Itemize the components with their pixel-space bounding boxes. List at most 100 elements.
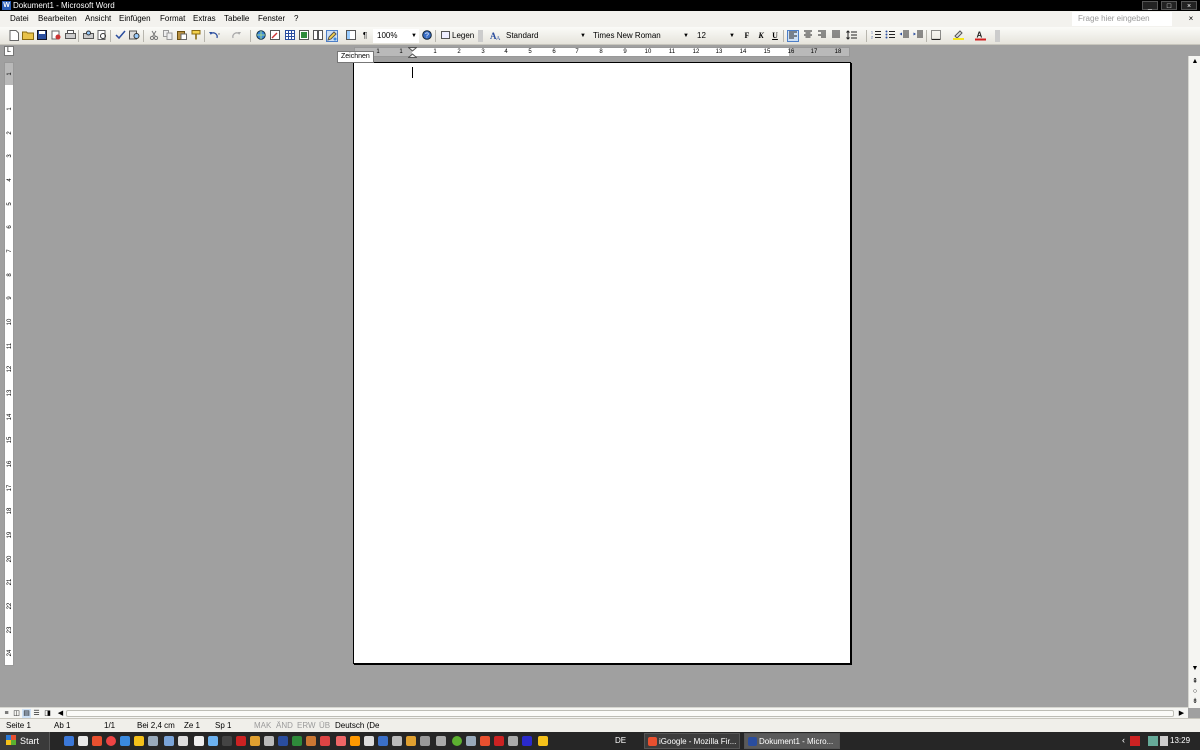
web-layout-icon[interactable]: ◫ — [12, 709, 21, 718]
font-select[interactable]: Times New Roman ▼ — [589, 29, 691, 43]
quicklaunch-app-icon[interactable] — [250, 736, 260, 746]
quicklaunch-app-icon[interactable] — [494, 736, 504, 746]
scroll-left-icon[interactable]: ◀ — [56, 709, 65, 718]
decrease-indent-icon[interactable] — [898, 30, 910, 42]
permission-icon[interactable] — [50, 30, 62, 42]
quicklaunch-app-icon[interactable] — [148, 736, 158, 746]
excel-quicklaunch-icon[interactable] — [292, 736, 302, 746]
status-language[interactable]: Deutsch (De — [335, 721, 379, 731]
insert-table-icon[interactable] — [284, 30, 296, 42]
messenger-icon[interactable] — [134, 736, 144, 746]
quicklaunch-app-icon[interactable] — [364, 736, 374, 746]
underline-button[interactable]: U — [769, 30, 781, 42]
open-icon[interactable] — [22, 30, 34, 42]
quicklaunch-app-icon[interactable] — [436, 736, 446, 746]
numbering-icon[interactable]: 12 — [870, 30, 882, 42]
quicklaunch-app-icon[interactable] — [306, 736, 316, 746]
print-preview-page-icon[interactable] — [96, 30, 108, 42]
word-app-icon[interactable]: W — [2, 1, 11, 10]
line-spacing-icon[interactable] — [846, 30, 858, 42]
print-icon[interactable] — [64, 30, 76, 42]
quicklaunch-app-icon[interactable] — [208, 736, 218, 746]
next-page-icon[interactable]: ⇟ — [1190, 697, 1200, 707]
show-desktop-icon[interactable] — [64, 736, 74, 746]
drawing-icon[interactable] — [326, 30, 338, 42]
quicklaunch-app-icon[interactable] — [320, 736, 330, 746]
style-select[interactable]: Standard ▼ — [502, 29, 588, 43]
tray-alert-icon[interactable] — [1130, 736, 1140, 746]
scroll-up-icon[interactable]: ▲ — [1190, 57, 1200, 67]
document-close-icon[interactable]: × — [1186, 14, 1196, 24]
input-language[interactable]: DE — [615, 732, 626, 750]
browse-object-icon[interactable]: ○ — [1190, 687, 1200, 697]
toolbar-grip[interactable] — [478, 30, 483, 42]
italic-button[interactable]: K — [755, 30, 767, 42]
quicklaunch-app-icon[interactable] — [538, 736, 548, 746]
justify-icon[interactable] — [830, 30, 842, 42]
menu-fenster[interactable]: Fenster — [258, 14, 285, 24]
print-preview-icon[interactable] — [82, 30, 94, 42]
save-icon[interactable] — [36, 30, 48, 42]
chevron-down-icon[interactable]: ▼ — [729, 29, 735, 43]
scroll-down-icon[interactable]: ▼ — [1190, 664, 1200, 674]
status-track-changes[interactable]: ÄND — [276, 721, 293, 731]
minimize-button[interactable]: _ — [1142, 1, 1158, 10]
chevron-down-icon[interactable]: ▼ — [580, 29, 586, 43]
toolbar-grip[interactable] — [995, 30, 1000, 42]
help-icon[interactable]: ? — [421, 30, 433, 42]
quicklaunch-app-icon[interactable] — [164, 736, 174, 746]
start-button[interactable]: Start — [0, 732, 50, 750]
quicklaunch-app-icon[interactable] — [178, 736, 188, 746]
document-map-icon[interactable] — [345, 30, 357, 42]
styles-icon[interactable]: AA — [490, 30, 502, 42]
menu-bearbeiten[interactable]: Bearbeiten — [38, 14, 77, 24]
quicklaunch-app-icon[interactable] — [420, 736, 430, 746]
quicklaunch-app-icon[interactable] — [350, 736, 360, 746]
read-mode-button[interactable]: Legen — [439, 29, 477, 43]
print-layout-icon[interactable]: ▤ — [22, 709, 31, 718]
format-painter-icon[interactable] — [190, 30, 202, 42]
left-indent-marker[interactable] — [408, 47, 417, 58]
opera-icon[interactable] — [106, 736, 116, 746]
zoom-select[interactable]: 100% ▼ — [373, 29, 419, 43]
taskbar-item-firefox[interactable]: iGoogle - Mozilla Fir... — [644, 733, 740, 749]
hyperlink-icon[interactable] — [255, 30, 267, 42]
font-size-select[interactable]: 12 ▼ — [693, 29, 737, 43]
new-icon[interactable] — [8, 30, 20, 42]
tray-network-icon[interactable] — [1148, 736, 1158, 746]
maximize-button[interactable]: □ — [1161, 1, 1177, 10]
firefox-icon[interactable] — [92, 736, 102, 746]
menu-extras[interactable]: Extras — [193, 14, 216, 24]
explorer-icon[interactable] — [78, 736, 88, 746]
horizontal-scrollbar[interactable]: ≡ ◫ ▤ ☰ ◨ ◀ ▶ — [0, 707, 1188, 718]
border-icon[interactable] — [930, 30, 942, 42]
quicklaunch-app-icon[interactable] — [222, 736, 232, 746]
menu-help[interactable]: ? — [294, 14, 298, 24]
quicklaunch-app-icon[interactable] — [480, 736, 490, 746]
bullets-icon[interactable] — [884, 30, 896, 42]
quicklaunch-app-icon[interactable] — [406, 736, 416, 746]
spelling-icon[interactable] — [114, 30, 126, 42]
quicklaunch-app-icon[interactable] — [264, 736, 274, 746]
quicklaunch-app-icon[interactable] — [452, 736, 462, 746]
tab-selector[interactable]: L — [4, 46, 14, 56]
vertical-scrollbar[interactable]: ▲ ▼ ⇞ ○ ⇟ — [1188, 56, 1200, 708]
scroll-thumb[interactable] — [66, 710, 1174, 717]
quicklaunch-app-icon[interactable] — [194, 736, 204, 746]
increase-indent-icon[interactable] — [912, 30, 924, 42]
undo-icon[interactable] — [208, 30, 220, 42]
horizontal-ruler[interactable]: 1 1 1 2 3 4 5 6 7 8 9 10 11 12 13 14 15 … — [354, 47, 850, 58]
help-search-input[interactable]: Frage hier eingeben — [1072, 12, 1172, 26]
menu-format[interactable]: Format — [160, 14, 185, 24]
quicklaunch-app-icon[interactable] — [336, 736, 346, 746]
quicklaunch-app-icon[interactable] — [508, 736, 518, 746]
menu-datei[interactable]: Datei — [10, 14, 29, 24]
tray-expand-icon[interactable]: ‹ — [1122, 735, 1125, 745]
quicklaunch-app-icon[interactable] — [466, 736, 476, 746]
paste-icon[interactable] — [176, 30, 188, 42]
quicklaunch-app-icon[interactable] — [522, 736, 532, 746]
cut-icon[interactable] — [148, 30, 160, 42]
close-button[interactable]: × — [1181, 1, 1197, 10]
quicklaunch-app-icon[interactable] — [392, 736, 402, 746]
chevron-down-icon[interactable]: ▼ — [683, 29, 689, 43]
